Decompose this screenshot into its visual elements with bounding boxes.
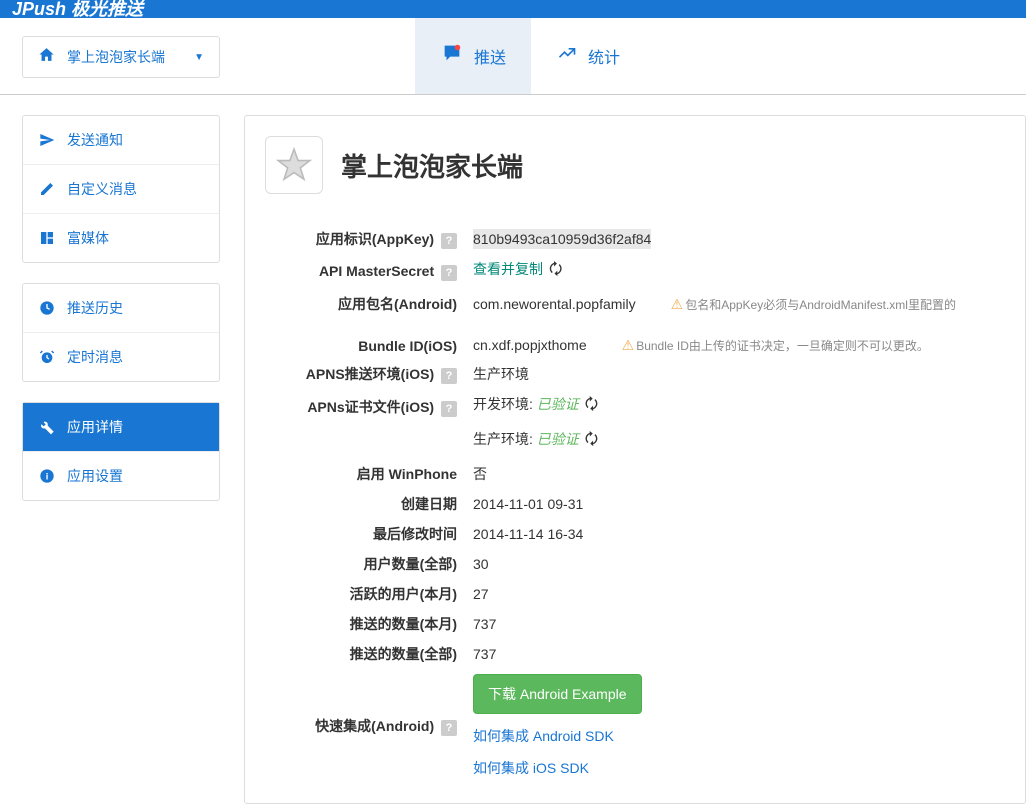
label-user-count: 用户数量(全部)	[265, 549, 465, 579]
app-selector-dropdown[interactable]: 掌上泡泡家长端 ▼	[22, 36, 220, 78]
warning-bundleid: ⚠Bundle ID由上传的证书决定，一旦确定则不可以更改。	[622, 339, 929, 353]
value-apns-env: 生产环境	[465, 359, 1005, 389]
label-active-users: 活跃的用户(本月)	[265, 579, 465, 609]
home-icon	[38, 46, 55, 68]
help-icon[interactable]: ?	[441, 368, 457, 384]
tab-label: 统计	[588, 44, 620, 68]
header-row: 掌上泡泡家长端 ▼ 推送 统计	[0, 18, 1026, 95]
label-create-date: 创建日期	[265, 489, 465, 519]
sidebar-group-3: 应用详情 i 应用设置	[22, 402, 220, 501]
sidebar-item-app-settings[interactable]: i 应用设置	[23, 452, 219, 500]
label-quick-setup: 快速集成(Android) ?	[265, 669, 465, 783]
page-title: 掌上泡泡家长端	[341, 147, 523, 184]
value-apns-cert-dev: 开发环境: 已验证🗘	[465, 389, 1005, 424]
refresh-icon[interactable]: 🗘	[549, 259, 562, 284]
link-view-copy[interactable]: 查看并复制	[473, 261, 543, 277]
sidebar-item-label: 定时消息	[67, 347, 123, 367]
help-icon[interactable]: ?	[441, 720, 457, 736]
value-apns-cert-prod: 生产环境: 已验证🗘	[465, 424, 1005, 459]
label-mastersecret: API MasterSecret ?	[265, 254, 465, 289]
brand-text: JPush 极光推送	[12, 0, 143, 21]
sidebar-item-custom-message[interactable]: 自定义消息	[23, 165, 219, 214]
sidebar-item-label: 应用设置	[67, 466, 123, 486]
sidebar: 发送通知 自定义消息 富媒体 推送历史 定时消息	[22, 115, 220, 804]
wrench-icon	[37, 419, 57, 435]
value-package: com.neworental.popfamily	[473, 296, 636, 312]
sidebar-item-app-details[interactable]: 应用详情	[23, 403, 219, 452]
value-bundleid: cn.xdf.popjxthome	[473, 337, 587, 353]
help-icon[interactable]: ?	[441, 401, 457, 417]
app-icon-placeholder	[265, 136, 323, 194]
title-row: 掌上泡泡家长端	[265, 136, 1005, 194]
chevron-down-icon: ▼	[194, 52, 204, 63]
link-ios-sdk[interactable]: 如何集成 iOS SDK	[473, 760, 589, 776]
brand-bar: JPush 极光推送	[0, 0, 1026, 16]
sidebar-item-push-history[interactable]: 推送历史	[23, 284, 219, 333]
value-create-date: 2014-11-01 09-31	[465, 489, 1005, 519]
svg-text:i: i	[46, 471, 49, 481]
sidebar-item-label: 自定义消息	[67, 179, 137, 199]
sidebar-group-1: 发送通知 自定义消息 富媒体	[22, 115, 220, 263]
value-winphone: 否	[465, 459, 1005, 489]
value-appkey: 810b9493ca10959d36f2af84	[473, 229, 651, 249]
chat-icon	[440, 42, 464, 70]
tab-push[interactable]: 推送	[415, 18, 531, 94]
value-modify-date: 2014-11-14 16-34	[465, 519, 1005, 549]
label-apns-env: APNS推送环境(iOS) ?	[265, 359, 465, 389]
warning-package: ⚠包名和AppKey必须与AndroidManifest.xml里配置的	[671, 298, 956, 312]
sidebar-item-label: 富媒体	[67, 228, 109, 248]
help-icon[interactable]: ?	[441, 233, 457, 249]
label-apns-cert: APNs证书文件(iOS) ?	[265, 389, 465, 424]
label-package: 应用包名(Android)	[265, 289, 465, 319]
value-active-users: 27	[465, 579, 1005, 609]
label-push-all: 推送的数量(全部)	[265, 639, 465, 669]
send-icon	[37, 132, 57, 148]
download-android-example-button[interactable]: 下载 Android Example	[473, 674, 642, 714]
app-selector-label: 掌上泡泡家长端	[67, 47, 194, 67]
help-icon[interactable]: ?	[441, 265, 457, 281]
value-user-count: 30	[465, 549, 1005, 579]
chart-icon	[556, 43, 578, 69]
warning-icon: ⚠	[671, 296, 684, 312]
tab-label: 推送	[474, 44, 506, 68]
warning-icon: ⚠	[622, 337, 635, 353]
sidebar-item-send-notification[interactable]: 发送通知	[23, 116, 219, 165]
sidebar-item-label: 推送历史	[67, 298, 123, 318]
label-appkey: 应用标识(AppKey) ?	[265, 224, 465, 254]
value-push-month: 737	[465, 609, 1005, 639]
clock-icon	[37, 300, 57, 316]
sidebar-item-scheduled-message[interactable]: 定时消息	[23, 333, 219, 381]
nav-tabs: 推送 统计	[415, 18, 645, 94]
sidebar-group-2: 推送历史 定时消息	[22, 283, 220, 382]
tab-stats[interactable]: 统计	[531, 18, 645, 94]
value-push-all: 737	[465, 639, 1005, 669]
label-winphone: 启用 WinPhone	[265, 459, 465, 489]
media-icon	[37, 230, 57, 246]
alarm-icon	[37, 349, 57, 365]
label-bundleid: Bundle ID(iOS)	[265, 319, 465, 359]
info-icon: i	[37, 468, 57, 484]
label-modify-date: 最后修改时间	[265, 519, 465, 549]
info-table: 应用标识(AppKey) ? 810b9493ca10959d36f2af84 …	[265, 224, 1005, 783]
content-panel: 掌上泡泡家长端 应用标识(AppKey) ? 810b9493ca10959d3…	[244, 115, 1026, 804]
label-push-month: 推送的数量(本月)	[265, 609, 465, 639]
refresh-icon[interactable]: 🗘	[585, 394, 598, 419]
edit-icon	[37, 181, 57, 197]
link-android-sdk[interactable]: 如何集成 Android SDK	[473, 728, 614, 744]
sidebar-item-rich-media[interactable]: 富媒体	[23, 214, 219, 262]
refresh-icon[interactable]: 🗘	[585, 429, 598, 454]
sidebar-item-label: 应用详情	[67, 417, 123, 437]
sidebar-item-label: 发送通知	[67, 130, 123, 150]
